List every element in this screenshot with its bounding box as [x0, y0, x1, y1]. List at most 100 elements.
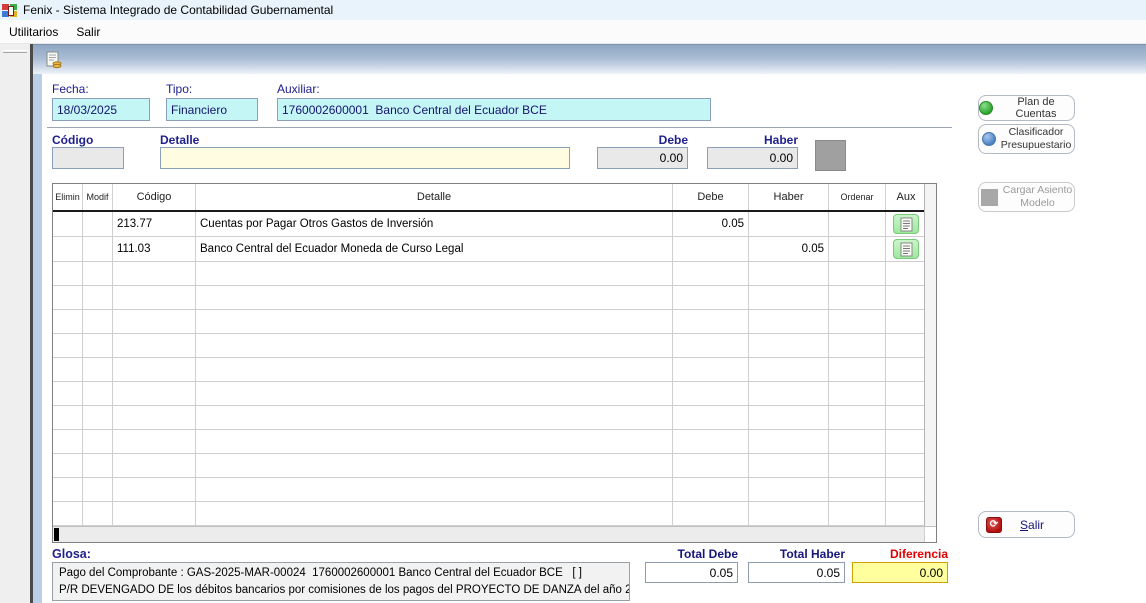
- column-header-ordenar[interactable]: Ordenar: [829, 184, 886, 210]
- detalle-input[interactable]: [160, 147, 570, 169]
- total-debe-field: 0.05: [645, 562, 738, 583]
- cell-ordenar: [829, 310, 886, 333]
- cell-modif: [83, 382, 113, 405]
- column-header-debe[interactable]: Debe: [673, 184, 749, 210]
- clasificador-label: ClasificadorPresupuestario: [1001, 126, 1072, 151]
- cell-detalle: [196, 286, 673, 309]
- cell-haber: [749, 286, 829, 309]
- cell-ordenar: [829, 430, 886, 453]
- cell-haber: [749, 212, 829, 236]
- cell-aux: [886, 310, 924, 333]
- cell-aux: [886, 382, 924, 405]
- glosa-text[interactable]: Pago del Comprobante : GAS-2025-MAR-0002…: [52, 562, 630, 601]
- tipo-field[interactable]: Financiero: [166, 98, 258, 121]
- debe-input[interactable]: 0.00: [597, 147, 688, 169]
- column-header-elimin[interactable]: Elimin: [53, 184, 83, 210]
- panel-grip-handle[interactable]: [3, 50, 27, 53]
- cell-codigo: 213.77: [113, 212, 196, 236]
- total-debe-label: Total Debe: [645, 547, 738, 561]
- cell-haber: [749, 406, 829, 429]
- cell-codigo: [113, 358, 196, 381]
- table-row-empty: [53, 502, 924, 526]
- fecha-label: Fecha:: [52, 82, 89, 96]
- cell-haber: [749, 454, 829, 477]
- cell-ordenar: [829, 358, 886, 381]
- aux-document-button[interactable]: [893, 239, 919, 259]
- cell-elimin: [53, 478, 83, 501]
- cell-modif: [83, 502, 113, 525]
- cell-aux: [886, 212, 924, 236]
- cell-modif: [83, 430, 113, 453]
- menu-salir[interactable]: Salir: [67, 22, 109, 42]
- cell-elimin: [53, 358, 83, 381]
- green-sphere-icon: [979, 101, 993, 115]
- salir-button[interactable]: ⟳ Salir: [978, 511, 1075, 538]
- horizontal-scrollbar[interactable]: [53, 527, 924, 542]
- cell-debe: [673, 262, 749, 285]
- cell-haber: [749, 358, 829, 381]
- column-header-detalle[interactable]: Detalle: [196, 184, 673, 210]
- cell-detalle: [196, 310, 673, 333]
- cell-codigo: [113, 502, 196, 525]
- cell-detalle: Banco Central del Ecuador Moneda de Curs…: [196, 237, 673, 261]
- cell-debe: 0.05: [673, 212, 749, 236]
- cell-modif: [83, 212, 113, 236]
- menu-utilitarios[interactable]: Utilitarios: [0, 22, 67, 42]
- add-entry-button[interactable]: [815, 140, 846, 171]
- table-row-empty: [53, 454, 924, 478]
- cell-codigo: [113, 262, 196, 285]
- fecha-field[interactable]: 18/03/2025: [52, 98, 150, 121]
- cell-elimin: [53, 310, 83, 333]
- cell-haber: [749, 262, 829, 285]
- cell-codigo: [113, 478, 196, 501]
- haber-input[interactable]: 0.00: [707, 147, 798, 169]
- toolbar: [33, 44, 1146, 74]
- cell-aux: [886, 406, 924, 429]
- cell-ordenar: [829, 212, 886, 236]
- cell-detalle: [196, 358, 673, 381]
- codigo-input[interactable]: [52, 147, 124, 169]
- column-header-modif[interactable]: Modif: [83, 184, 113, 210]
- table-row-empty: [53, 334, 924, 358]
- column-header-código[interactable]: Código: [113, 184, 196, 210]
- cell-detalle: [196, 478, 673, 501]
- cell-elimin: [53, 334, 83, 357]
- cargar-asiento-modelo-button: Cargar AsientoModelo: [978, 182, 1075, 212]
- cell-elimin: [53, 502, 83, 525]
- horizontal-scrollbar-thumb[interactable]: [54, 528, 59, 541]
- vertical-scrollbar[interactable]: [924, 184, 936, 526]
- clasificador-presupuestario-button[interactable]: ClasificadorPresupuestario: [978, 124, 1075, 154]
- cell-detalle: [196, 502, 673, 525]
- column-header-haber[interactable]: Haber: [749, 184, 829, 210]
- salir-label: Salir: [1020, 518, 1044, 532]
- column-header-aux[interactable]: Aux: [886, 184, 924, 210]
- cell-modif: [83, 454, 113, 477]
- table-row[interactable]: 213.77Cuentas por Pagar Otros Gastos de …: [53, 212, 924, 237]
- cell-haber: [749, 430, 829, 453]
- cell-ordenar: [829, 237, 886, 261]
- cell-aux: [886, 262, 924, 285]
- cell-detalle: [196, 382, 673, 405]
- cell-modif: [83, 334, 113, 357]
- aux-document-button[interactable]: [893, 214, 919, 234]
- table-row-empty: [53, 478, 924, 502]
- cell-ordenar: [829, 334, 886, 357]
- new-voucher-button[interactable]: [43, 49, 65, 71]
- cell-debe: [673, 502, 749, 525]
- table-header-row: EliminModifCódigoDetalleDebeHaberOrdenar…: [53, 184, 924, 212]
- cell-debe: [673, 430, 749, 453]
- plan-de-cuentas-button[interactable]: Plan de Cuentas: [978, 95, 1075, 121]
- auxiliar-field[interactable]: 1760002600001 Banco Central del Ecuador …: [277, 98, 711, 121]
- horizontal-scrollbar-row: [53, 526, 936, 542]
- cell-aux: [886, 237, 924, 261]
- cell-detalle: [196, 262, 673, 285]
- cell-aux: [886, 358, 924, 381]
- debe-label: Debe: [597, 133, 688, 147]
- table-row[interactable]: 111.03Banco Central del Ecuador Moneda d…: [53, 237, 924, 262]
- app-logo-icon: [2, 3, 18, 18]
- app-window: Fenix - Sistema Integrado de Contabilida…: [0, 0, 1146, 603]
- cell-codigo: 111.03: [113, 237, 196, 261]
- cell-detalle: [196, 406, 673, 429]
- table-row-empty: [53, 358, 924, 382]
- cell-haber: 0.05: [749, 237, 829, 261]
